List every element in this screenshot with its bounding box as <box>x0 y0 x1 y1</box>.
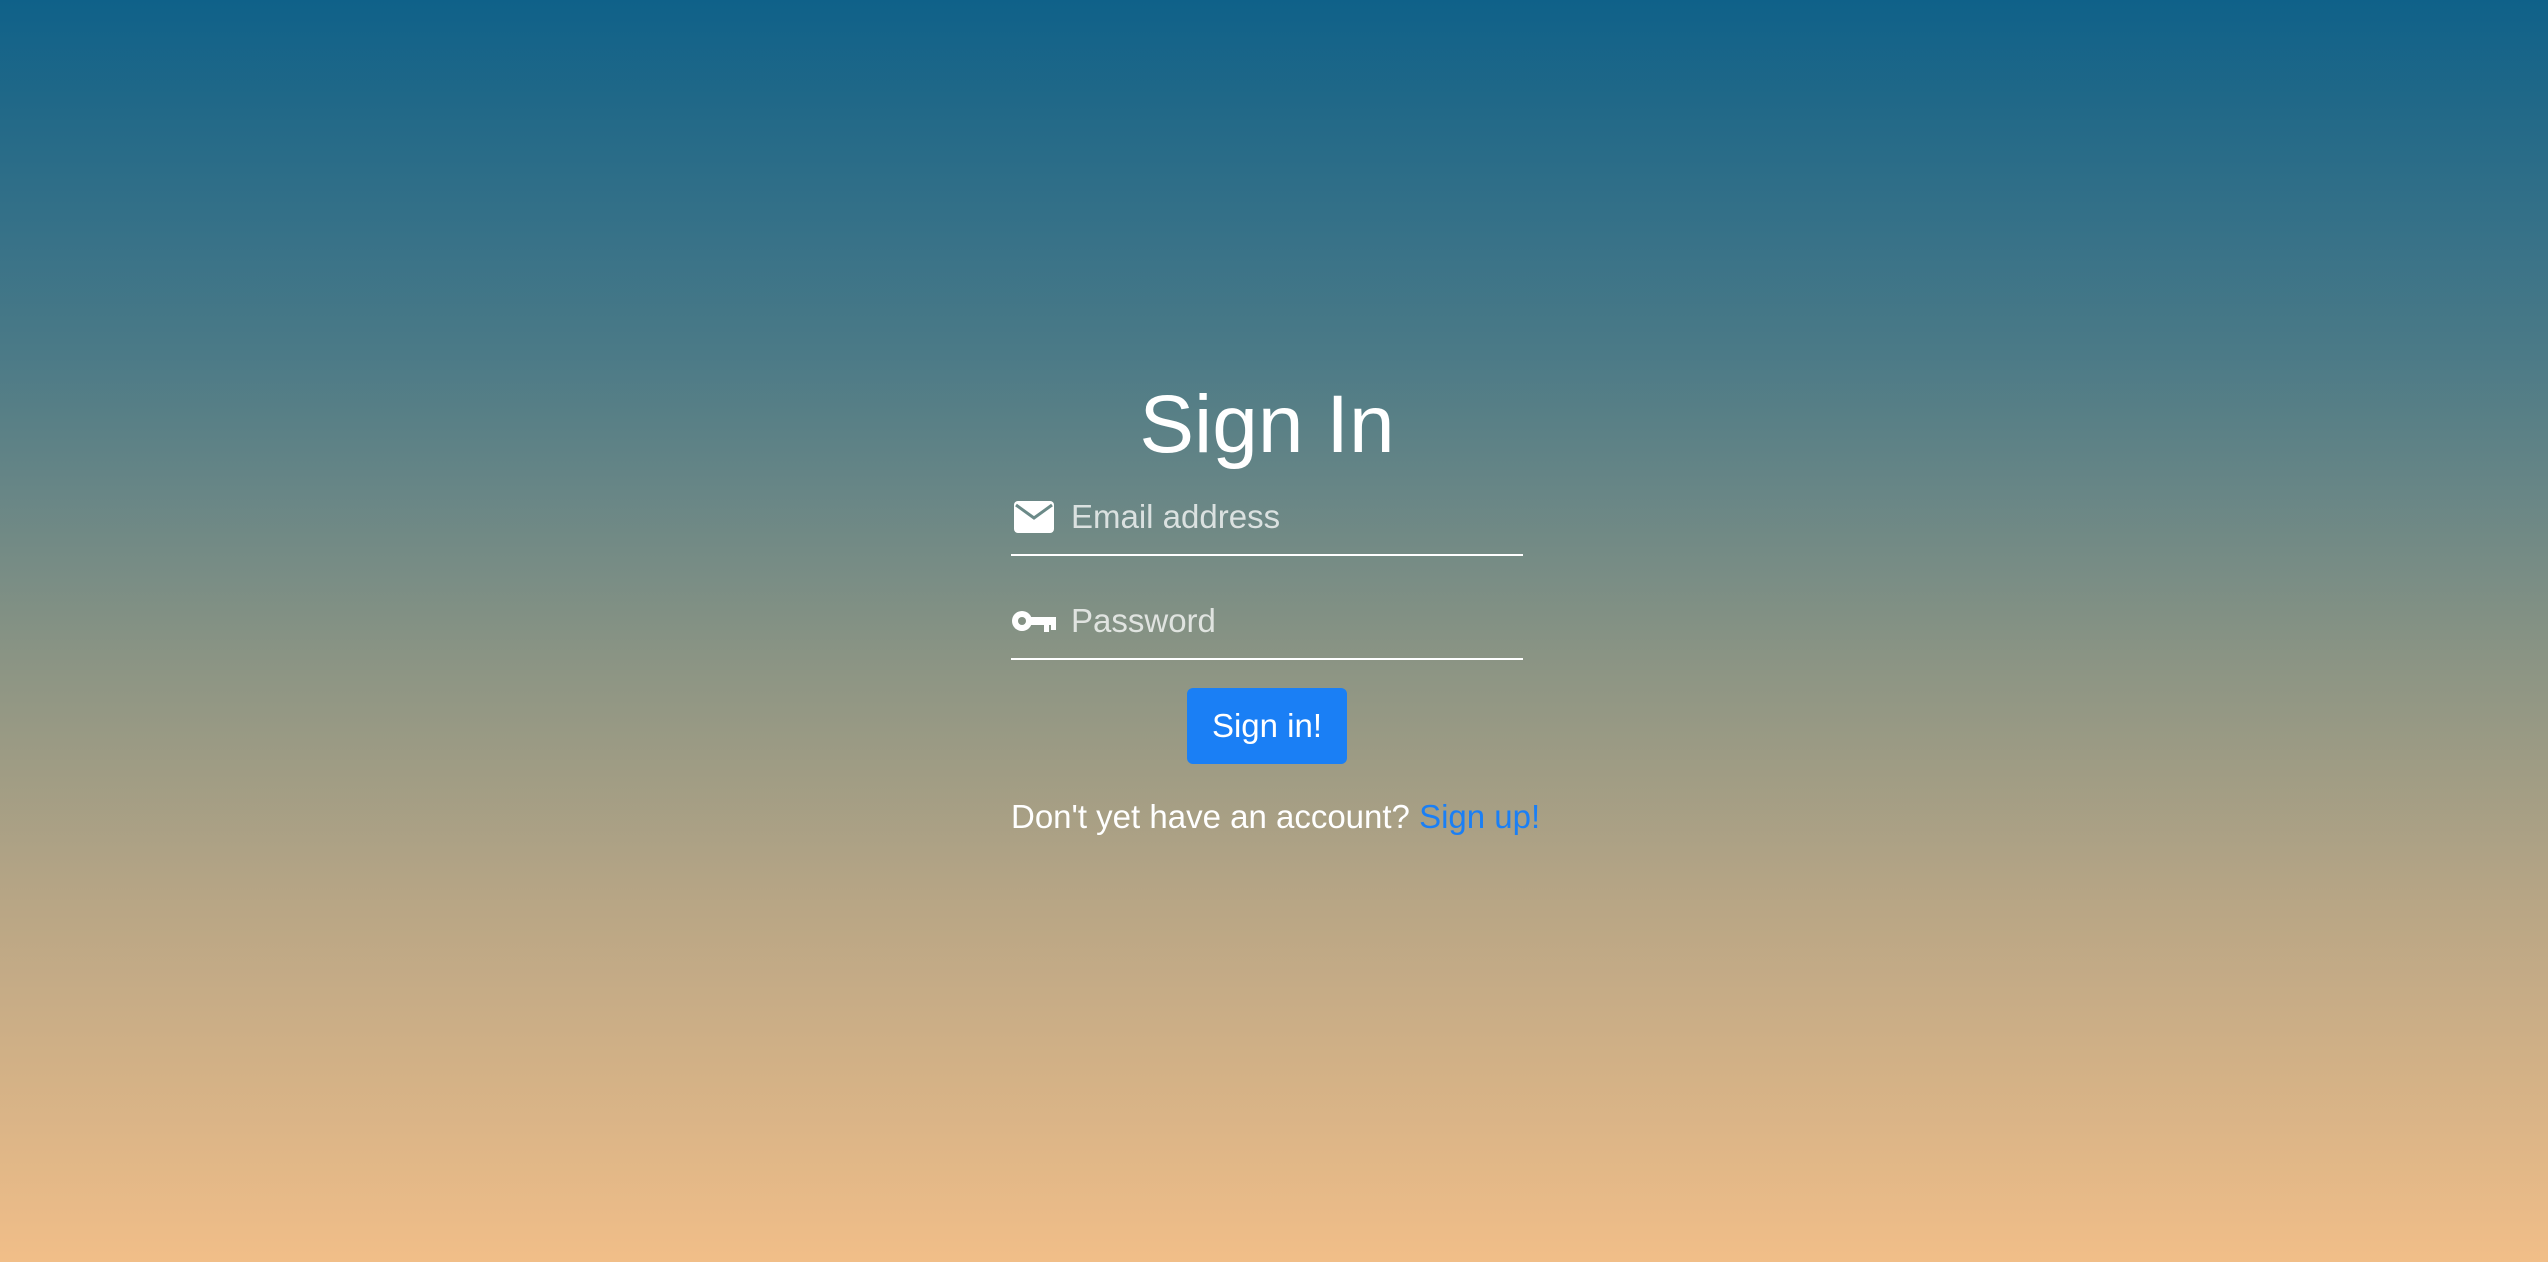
signup-link[interactable]: Sign up! <box>1419 798 1540 835</box>
password-input[interactable] <box>1057 600 1523 658</box>
email-field <box>1011 480 1523 556</box>
page-title: Sign In <box>1139 379 1395 470</box>
password-field <box>1011 584 1523 660</box>
signup-prompt: Don't yet have an account? <box>1011 798 1410 835</box>
email-input[interactable] <box>1057 496 1523 554</box>
envelope-icon <box>1011 496 1057 538</box>
key-icon <box>1011 600 1057 642</box>
button-row: Sign in! <box>1011 688 1523 764</box>
signin-form: Sign In Sign in! Don't yet have an accou… <box>1011 370 1540 836</box>
signup-prompt-row: Don't yet have an account? Sign up! <box>1011 798 1540 836</box>
signin-button[interactable]: Sign in! <box>1187 688 1347 764</box>
